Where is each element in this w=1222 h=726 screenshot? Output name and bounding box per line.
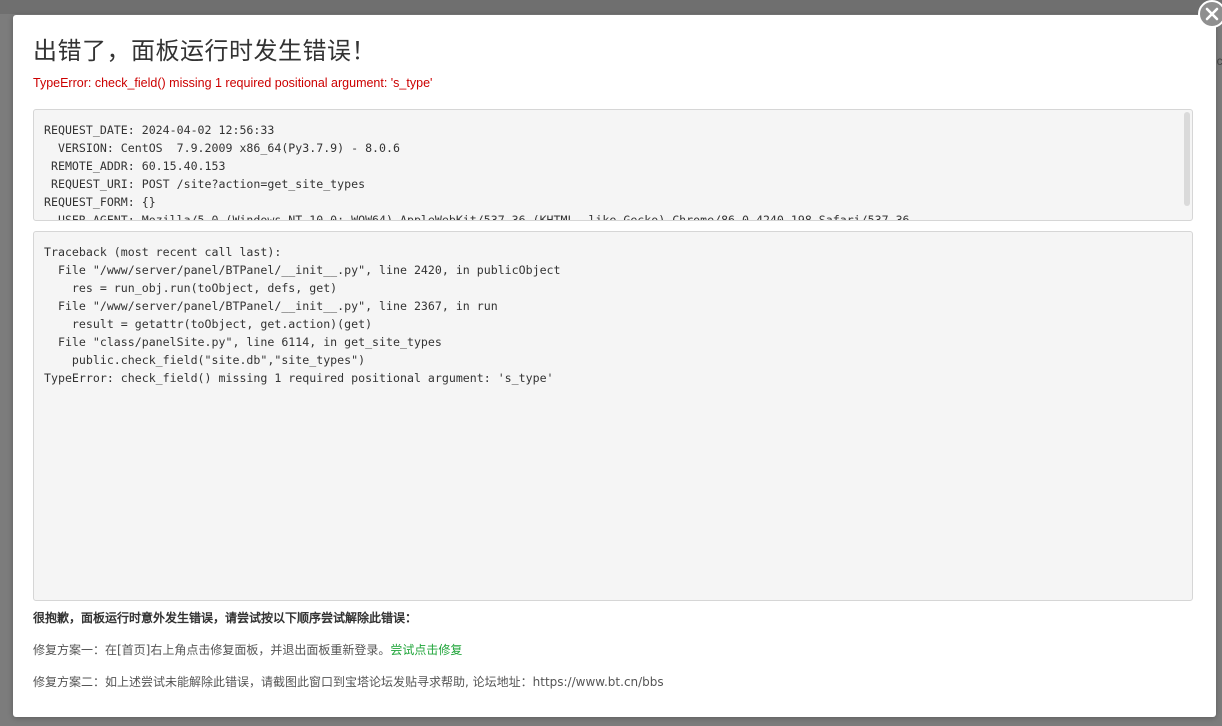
apology-text: 很抱歉，面板运行时意外发生错误，请尝试按以下顺序尝试解除此错误： [33,611,418,625]
background-top-bar [0,0,1222,14]
close-button[interactable] [1198,0,1222,28]
request-info-text: REQUEST_DATE: 2024-04-02 12:56:33 VERSIO… [44,123,910,221]
request-info-scrollbar[interactable] [1184,112,1190,206]
fix-option-one-text: 修复方案一：在[首页]右上角点击修复面板，并退出面板重新登录。 [33,643,391,657]
request-info-box[interactable]: REQUEST_DATE: 2024-04-02 12:56:33 VERSIO… [33,109,1193,221]
traceback-text: Traceback (most recent call last): File … [44,245,561,385]
dialog-title: 出错了，面板运行时发生错误！ [33,37,376,65]
traceback-box[interactable]: Traceback (most recent call last): File … [33,231,1193,601]
error-dialog: 出错了，面板运行时发生错误！ TypeError: check_field() … [13,15,1216,717]
fix-option-two: 修复方案二：如上述尝试未能解除此错误，请截图此窗口到宝塔论坛发贴寻求帮助, 论坛… [33,675,664,689]
error-message: TypeError: check_field() missing 1 requi… [33,76,433,90]
fix-option-one: 修复方案一：在[首页]右上角点击修复面板，并退出面板重新登录。尝试点击修复 [33,641,462,658]
try-repair-link[interactable]: 尝试点击修复 [390,643,462,657]
close-icon [1205,7,1219,21]
